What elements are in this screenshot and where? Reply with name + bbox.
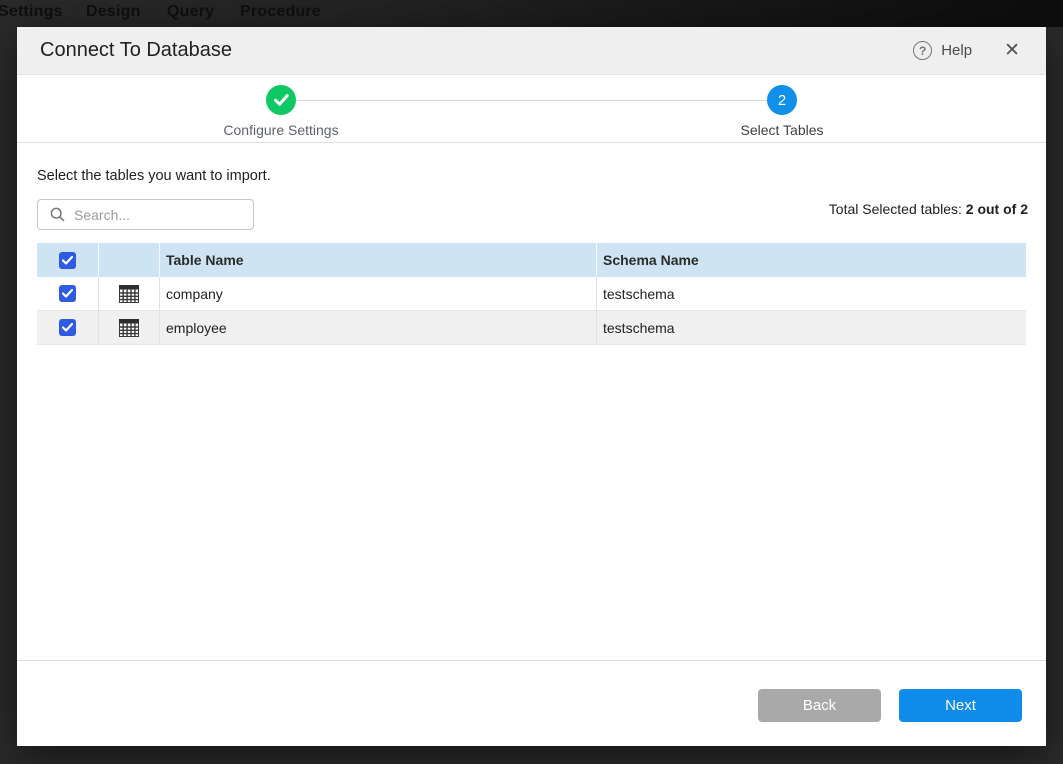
bg-menu-query[interactable]: Query [167,3,214,21]
step-2-label: Select Tables [672,122,892,138]
step-2-number: 2 [778,92,786,109]
instruction-text: Select the tables you want to import. [37,168,271,184]
step-1-complete-indicator [266,85,296,115]
help-icon: ? [913,41,932,60]
connect-to-database-dialog: Connect To Database ? Help ✕ 2 Configure… [17,27,1046,746]
column-header-schema-name[interactable]: Schema Name [597,243,1026,277]
wizard-stepper: 2 Configure Settings Select Tables [17,76,1046,143]
bg-menu-settings[interactable]: Settings [0,3,63,21]
step-1-label: Configure Settings [171,122,391,138]
column-header-table-name[interactable]: Table Name [160,243,597,277]
table-row[interactable]: company testschema [37,277,1026,311]
table-search-box[interactable] [37,199,254,230]
selection-summary-count: 2 out of 2 [966,201,1028,217]
table-grid-icon [119,319,139,337]
table-name-cell: company [160,277,597,310]
table-grid-icon [119,285,139,303]
row-checkbox[interactable] [59,319,76,336]
row-checkbox[interactable] [59,285,76,302]
table-row[interactable]: employee testschema [37,311,1026,345]
help-button[interactable]: ? Help [913,41,972,60]
stepper-connector-line [281,100,782,101]
dialog-title: Connect To Database [40,39,232,62]
dialog-header: Connect To Database ? Help ✕ [17,27,1046,75]
table-name-cell: employee [160,311,597,344]
back-button[interactable]: Back [758,689,881,722]
background-app-menubar: Settings Design Query Procedure [0,0,1063,27]
bg-menu-design[interactable]: Design [86,3,141,21]
check-icon [62,256,73,265]
icon-column-header [99,243,160,277]
search-input[interactable] [74,207,234,223]
selection-summary: Total Selected tables: 2 out of 2 [829,201,1028,217]
check-icon [62,323,73,332]
help-label: Help [941,42,972,59]
bg-menu-procedure[interactable]: Procedure [240,3,321,21]
tables-list: Table Name Schema Name [37,243,1026,345]
step-2-indicator: 2 [767,85,797,115]
check-icon [274,94,289,106]
check-icon [62,289,73,298]
next-button[interactable]: Next [899,689,1022,722]
schema-name-cell: testschema [597,311,1026,344]
dialog-footer: Back Next [17,660,1046,746]
selection-summary-prefix: Total Selected tables: [829,201,966,217]
select-all-checkbox[interactable] [59,252,76,269]
table-header-row: Table Name Schema Name [37,243,1026,277]
search-icon [50,207,65,222]
close-icon[interactable]: ✕ [1004,41,1020,60]
schema-name-cell: testschema [597,277,1026,310]
